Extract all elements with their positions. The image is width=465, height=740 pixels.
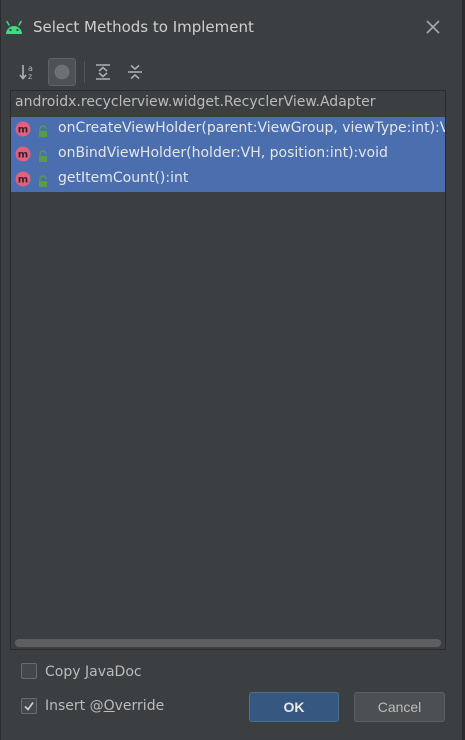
- dialog-title: Select Methods to Implement: [33, 18, 254, 36]
- checkmark-icon: [24, 702, 34, 711]
- sort-alphabetically-icon: a z: [19, 64, 33, 81]
- svg-text:m: m: [18, 150, 28, 161]
- method-label: onCreateViewHolder(parent:ViewGroup, vie…: [58, 120, 446, 136]
- svg-text:m: m: [18, 175, 28, 186]
- copy-javadoc-label[interactable]: Copy JavaDoc: [45, 664, 142, 680]
- expand-all-icon: [96, 64, 110, 80]
- close-icon: [426, 20, 440, 34]
- tree-method-row[interactable]: m onCreateViewHolder(parent:ViewGroup, v…: [11, 117, 446, 142]
- show-classes-button[interactable]: [48, 58, 76, 86]
- method-icon: m: [15, 121, 31, 137]
- android-icon: [4, 19, 24, 35]
- title-bar: Select Methods to Implement: [0, 0, 462, 56]
- svg-text:m: m: [18, 125, 28, 136]
- collapse-all-icon: [128, 64, 142, 80]
- sort-alphabetically-button[interactable]: a z: [14, 58, 42, 86]
- method-icon: m: [15, 171, 31, 187]
- insert-override-checkbox[interactable]: [21, 698, 37, 714]
- show-classes-icon: [54, 64, 70, 80]
- methods-tree[interactable]: androidx.recyclerview.widget.RecyclerVie…: [10, 90, 446, 650]
- close-button[interactable]: [422, 16, 444, 38]
- collapse-all-button[interactable]: [121, 58, 149, 86]
- toolbar: a z: [10, 56, 460, 88]
- lock-icon: [37, 123, 49, 137]
- select-methods-dialog: Select Methods to Implement a z androidx…: [0, 0, 465, 740]
- lock-icon: [37, 148, 49, 162]
- horizontal-scrollbar-thumb[interactable]: [15, 639, 441, 647]
- method-label: getItemCount():int: [58, 170, 189, 186]
- tree-group-header[interactable]: androidx.recyclerview.widget.RecyclerVie…: [15, 94, 376, 110]
- lock-icon: [37, 173, 49, 187]
- expand-all-button[interactable]: [89, 58, 117, 86]
- method-icon: m: [15, 146, 31, 162]
- tree-method-row[interactable]: m onBindViewHolder(holder:VH, position:i…: [11, 142, 445, 167]
- ok-button[interactable]: OK: [249, 692, 339, 722]
- tree-method-row[interactable]: m getItemCount():int: [11, 167, 445, 192]
- toolbar-separator: [84, 61, 85, 83]
- insert-override-label[interactable]: Insert @Override: [45, 698, 164, 714]
- window-edge-left: [0, 0, 1, 740]
- svg-text:z: z: [28, 72, 32, 81]
- cancel-button[interactable]: Cancel: [354, 692, 445, 722]
- copy-javadoc-checkbox[interactable]: [21, 663, 37, 679]
- method-label: onBindViewHolder(holder:VH, position:int…: [58, 145, 388, 161]
